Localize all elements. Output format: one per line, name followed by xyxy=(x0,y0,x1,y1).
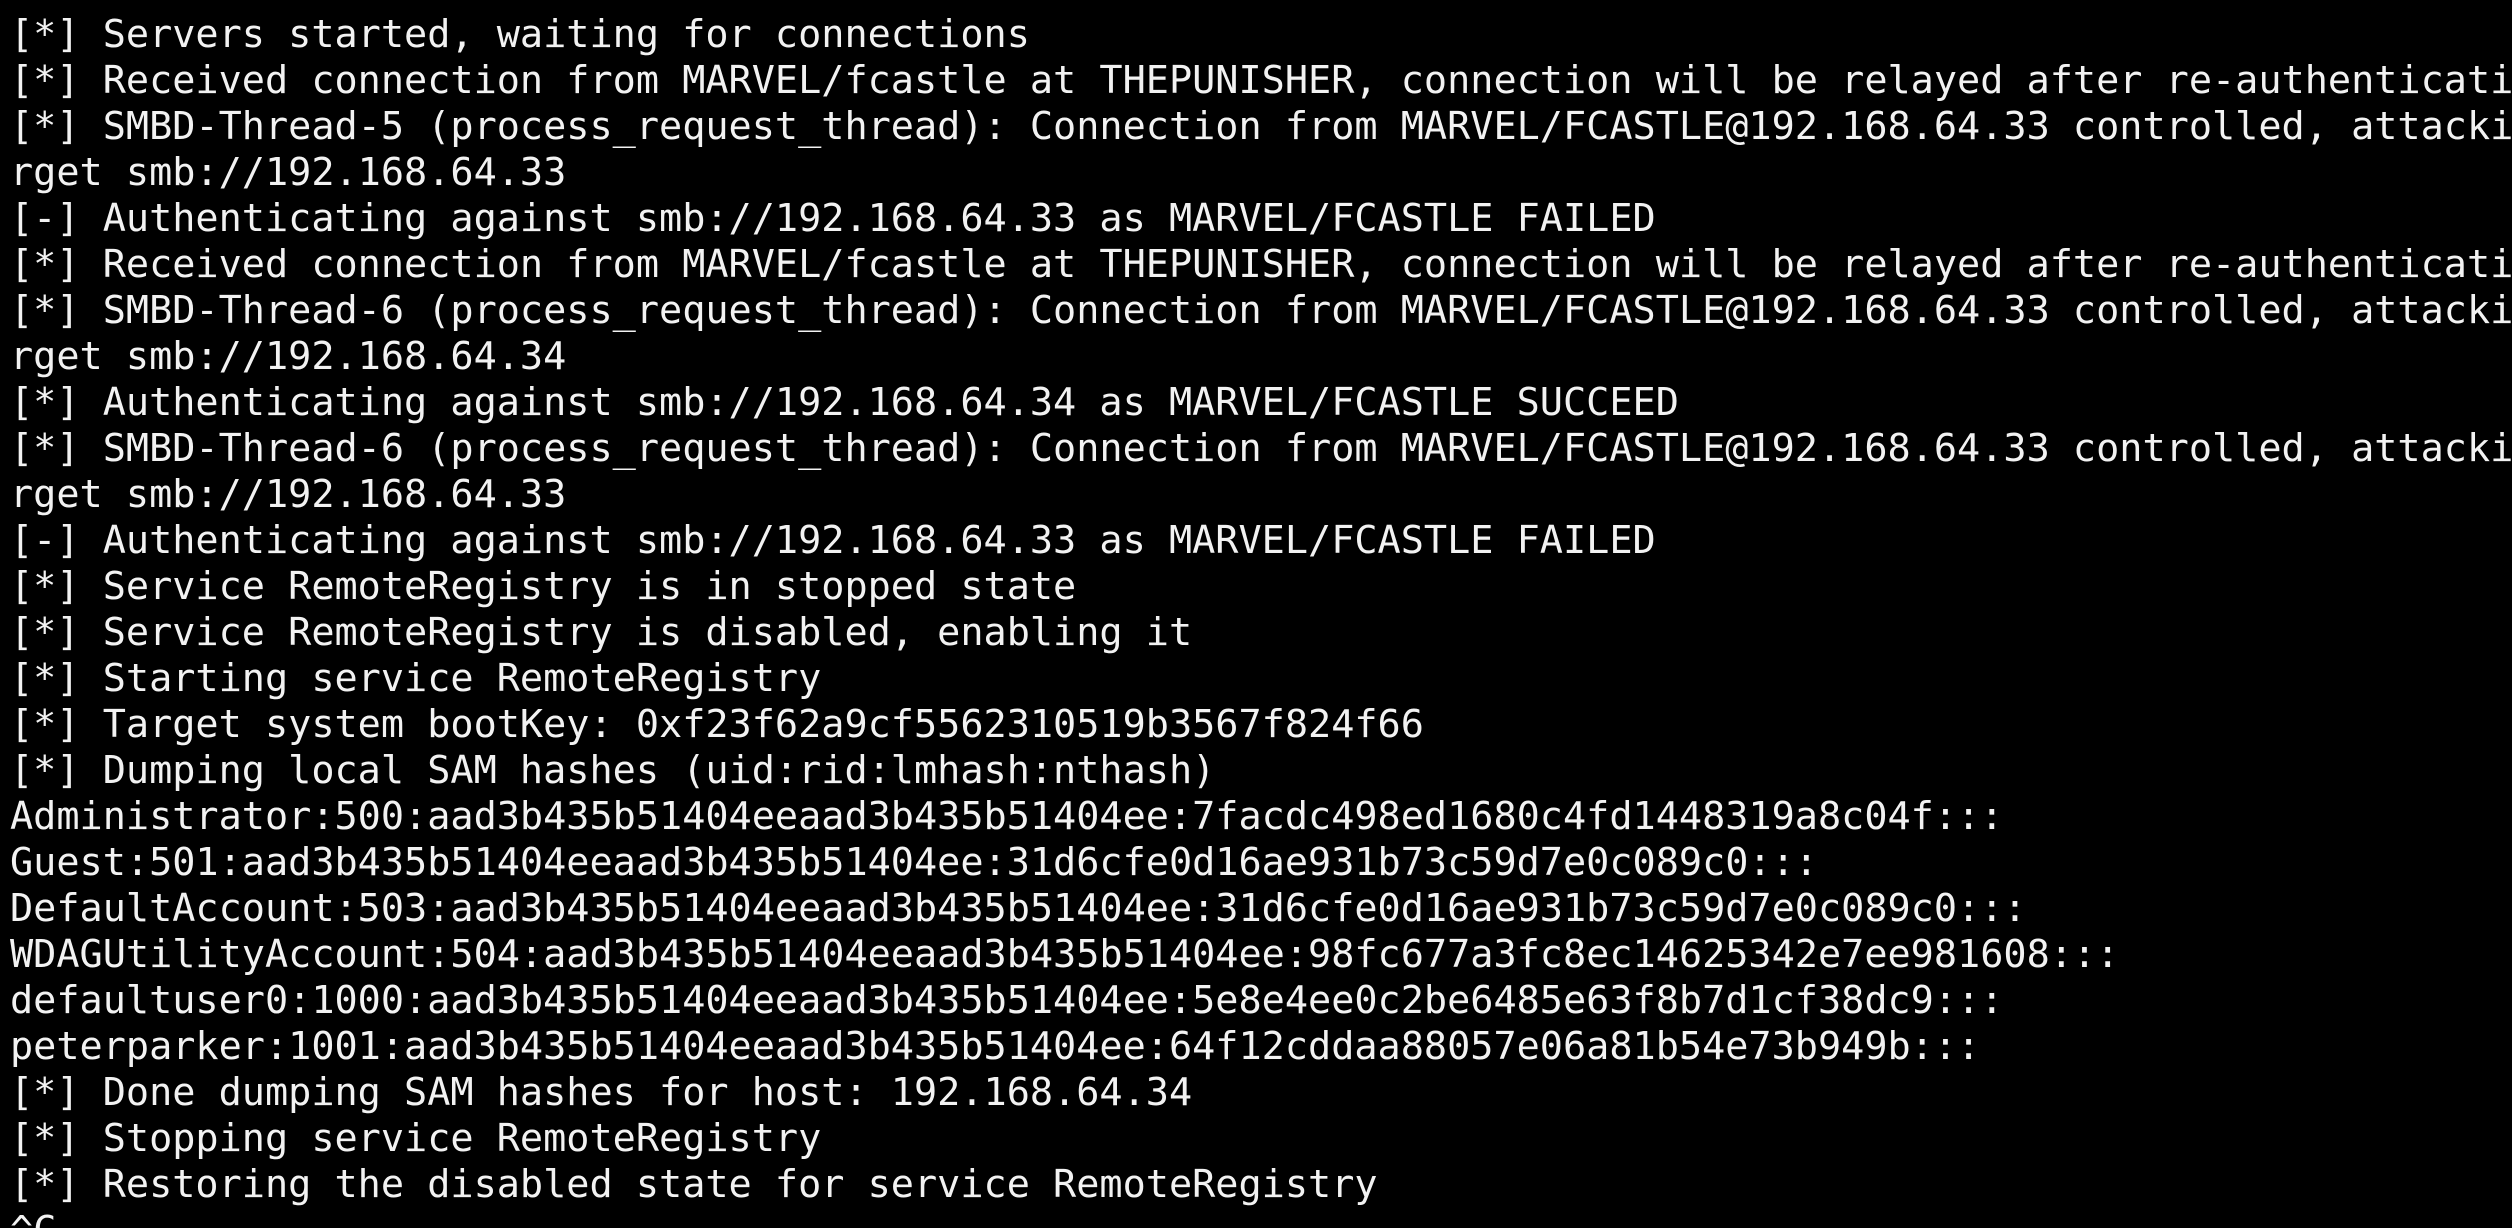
terminal-output[interactable]: [*] Servers started, waiting for connect… xyxy=(0,0,2512,1228)
terminal-line: [*] Received connection from MARVEL/fcas… xyxy=(10,58,2512,103)
terminal-line: [*] Authenticating against smb://192.168… xyxy=(10,380,1679,425)
terminal-line: [-] Authenticating against smb://192.168… xyxy=(10,518,1656,563)
terminal-line: [*] Target system bootKey: 0xf23f62a9cf5… xyxy=(10,702,1424,747)
terminal-line: rget smb://192.168.64.33 xyxy=(10,150,567,195)
terminal-prompt-line: ^C xyxy=(10,1208,2512,1228)
terminal-line: [*] SMBD-Thread-5 (process_request_threa… xyxy=(10,104,2512,149)
hash-line: defaultuser0:1000:aad3b435b51404eeaad3b4… xyxy=(10,978,2004,1023)
terminal-line: [*] SMBD-Thread-6 (process_request_threa… xyxy=(10,288,2512,333)
terminal-line: [*] Received connection from MARVEL/fcas… xyxy=(10,242,2512,287)
hash-line: Guest:501:aad3b435b51404eeaad3b435b51404… xyxy=(10,840,1818,885)
hash-line: DefaultAccount:503:aad3b435b51404eeaad3b… xyxy=(10,886,2027,931)
terminal-line: rget smb://192.168.64.33 xyxy=(10,472,567,517)
terminal-line: [*] SMBD-Thread-6 (process_request_threa… xyxy=(10,426,2512,471)
terminal-line: [*] Service RemoteRegistry is disabled, … xyxy=(10,610,1193,655)
hash-line: Administrator:500:aad3b435b51404eeaad3b4… xyxy=(10,794,2004,839)
hash-line: WDAGUtilityAccount:504:aad3b435b51404eea… xyxy=(10,932,2120,977)
hash-line: peterparker:1001:aad3b435b51404eeaad3b43… xyxy=(10,1024,1981,1069)
terminal-line: [-] Authenticating against smb://192.168… xyxy=(10,196,1656,241)
terminal-line: [*] Dumping local SAM hashes (uid:rid:lm… xyxy=(10,748,1216,793)
terminal-line: [*] Done dumping SAM hashes for host: 19… xyxy=(10,1070,1193,1115)
terminal-line: [*] Servers started, waiting for connect… xyxy=(10,12,1030,57)
terminal-line: rget smb://192.168.64.34 xyxy=(10,334,567,379)
terminal-line: [*] Service RemoteRegistry is in stopped… xyxy=(10,564,1077,609)
terminal-line: [*] Restoring the disabled state for ser… xyxy=(10,1162,1378,1207)
terminal-line: [*] Stopping service RemoteRegistry xyxy=(10,1116,822,1161)
terminal-line: [*] Starting service RemoteRegistry xyxy=(10,656,822,701)
